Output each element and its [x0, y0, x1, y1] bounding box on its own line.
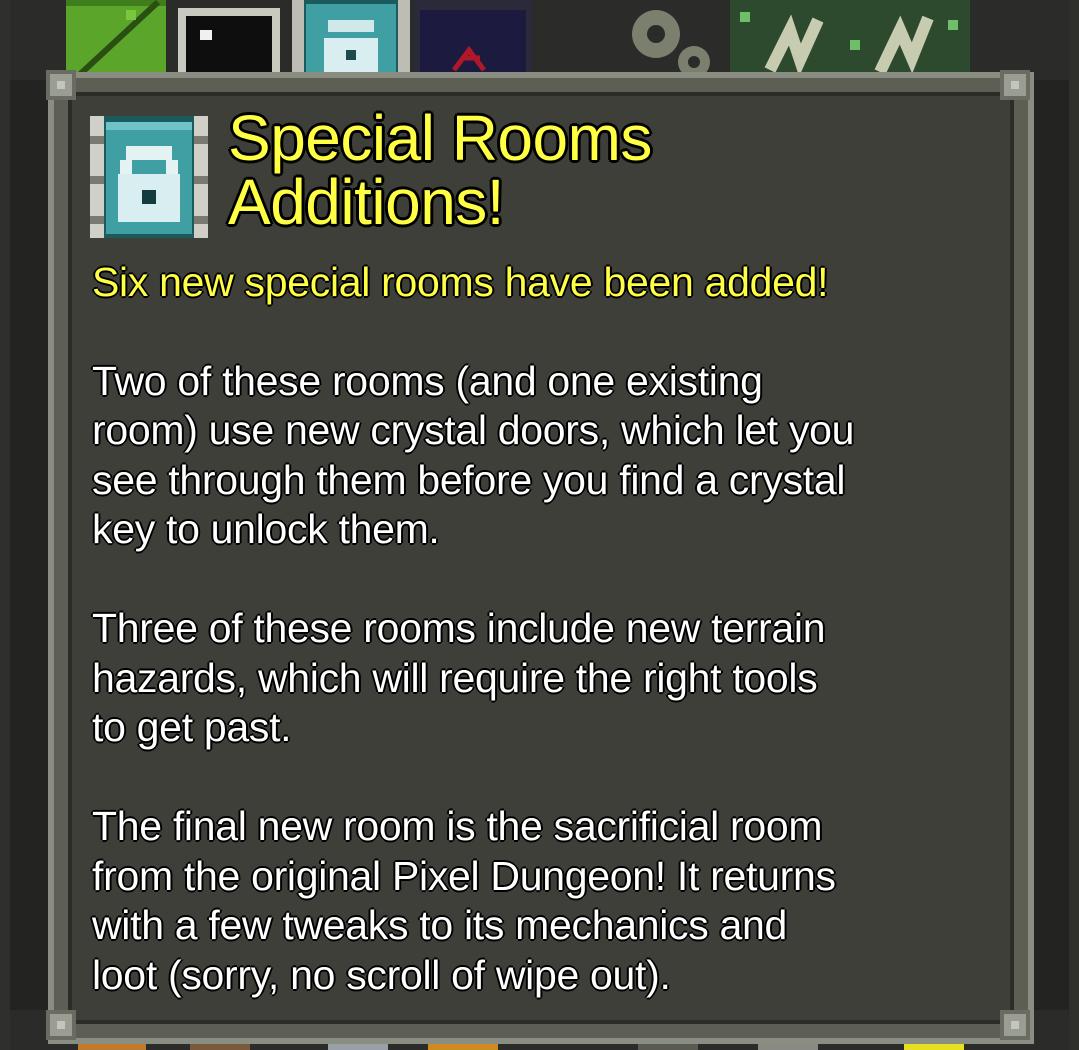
paragraph-crystal-doors: Two of these rooms (and one existing roo…: [92, 357, 855, 553]
frame-rivet-bottom-left: [46, 1010, 76, 1040]
dialog-title: Special Rooms Additions!: [228, 102, 652, 238]
frame-rivet-bottom-right: [1000, 1010, 1030, 1040]
frame-rivet-top-right: [1000, 70, 1030, 100]
background-frame-right: [1069, 0, 1079, 1050]
herb-icon[interactable]: [730, 0, 970, 80]
dialog-subtitle: Six new special rooms have been added!: [92, 259, 829, 305]
sign-icon[interactable]: [178, 8, 280, 80]
sacrificial-altar-icon[interactable]: [414, 0, 532, 80]
dialog-header: Special Rooms Additions!: [86, 106, 986, 242]
paragraph-sacrificial-room: The final new room is the sacrificial ro…: [92, 803, 836, 998]
frame-rivet-top-left: [46, 70, 76, 100]
crystal-door-icon: [90, 116, 208, 238]
dialog-body: Six new special rooms have been added! T…: [92, 258, 992, 1000]
background-frame-left: [0, 0, 10, 1050]
grass-tile-icon[interactable]: [66, 0, 166, 80]
paragraph-terrain-hazards: Three of these rooms include new terrain…: [92, 605, 826, 750]
game-screen: Special Rooms Additions! Six new special…: [0, 0, 1079, 1050]
crystal-door-icon-small[interactable]: [292, 0, 410, 80]
gear-icon[interactable]: [620, 0, 716, 80]
